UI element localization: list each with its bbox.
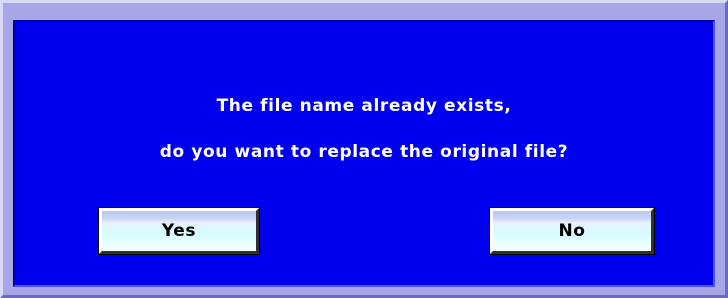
no-button-label: No (558, 221, 586, 241)
dialog-message-line-2: do you want to replace the original file… (159, 142, 569, 162)
yes-button-label: Yes (161, 221, 197, 241)
yes-button[interactable]: Yes (98, 207, 260, 255)
no-button[interactable]: No (489, 207, 655, 255)
dialog-body: The file name already exists, do you wan… (13, 20, 715, 287)
dialog-message-line-1: The file name already exists, (216, 96, 512, 116)
dialog-frame: The file name already exists, do you wan… (0, 0, 728, 298)
